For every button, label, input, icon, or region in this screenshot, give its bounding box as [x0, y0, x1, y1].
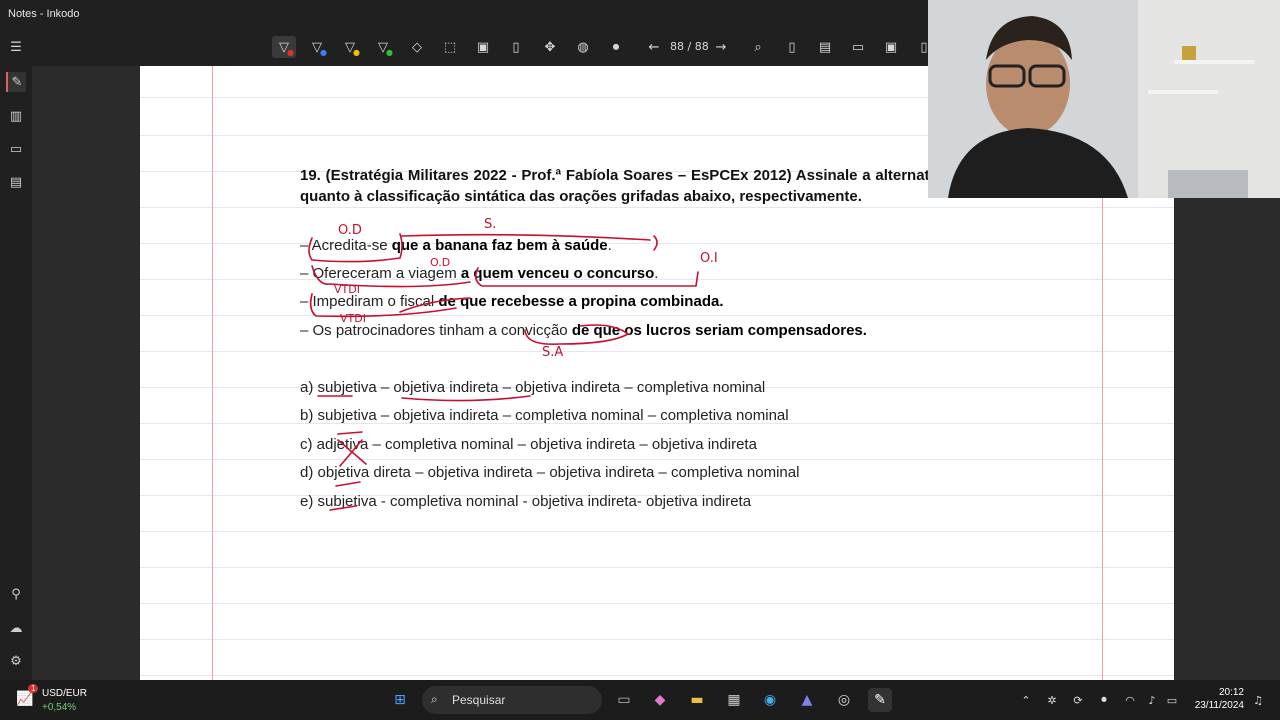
eraser-icon[interactable]: ◇: [405, 36, 429, 58]
ticker-label: USD/EUR: [42, 688, 88, 699]
sentence-1: – Acredita-se que a banana faz bem à saú…: [300, 237, 612, 254]
microphone-icon[interactable]: ⏺: [604, 36, 628, 58]
page-view-icon[interactable]: ▯: [780, 36, 804, 58]
webcam-scene: [928, 0, 1280, 198]
search-placeholder: Pesquisar: [452, 693, 506, 707]
window-title: Notes - Inkodo: [8, 8, 80, 20]
ticker-value: +0,54%: [42, 702, 77, 713]
clock-time: 20:12: [1218, 687, 1244, 698]
open-folder-icon[interactable]: ▭: [846, 36, 870, 58]
pen-mode-icon[interactable]: ✎: [6, 72, 26, 92]
notification-bell-icon[interactable]: ♫: [1246, 688, 1270, 712]
sentence-3: – Impediram o fiscal de que recebesse a …: [300, 293, 724, 310]
sync-icon[interactable]: ⟳: [1066, 688, 1090, 712]
battery-icon[interactable]: ▭: [1160, 688, 1184, 712]
menu-icon[interactable]: ☰: [4, 36, 28, 58]
option-b: b) subjetiva – objetiva indireta – compl…: [300, 407, 789, 424]
option-a: a) subjetiva – objetiva indireta – objet…: [300, 379, 766, 396]
left-margin-line: [212, 66, 213, 680]
library-icon[interactable]: ▥: [6, 106, 26, 126]
option-d: d) objetiva direta – objetiva indireta –…: [300, 464, 800, 481]
show-hidden-icons-icon[interactable]: ⌃: [1014, 688, 1038, 712]
microphone-tray-icon[interactable]: ⏺: [1092, 688, 1116, 712]
ticker-badge: 1: [28, 684, 39, 693]
pen-tool-yellow-icon[interactable]: ▽ ●: [338, 36, 362, 58]
file-explorer-icon[interactable]: ▬: [685, 688, 709, 712]
app-tray-icon[interactable]: ✲: [1040, 688, 1064, 712]
ai-assistant-icon[interactable]: ⚲: [6, 584, 26, 604]
settings-gear-icon[interactable]: ⚙: [6, 651, 26, 671]
wifi-icon[interactable]: ◠: [1118, 688, 1142, 712]
new-page-icon[interactable]: ▤: [813, 36, 837, 58]
option-e: e) subjetiva - completiva nominal - obje…: [300, 493, 752, 510]
zoom-icon[interactable]: ⌕: [746, 36, 770, 58]
ruler-icon[interactable]: ▯: [504, 36, 528, 58]
microsoft-store-icon[interactable]: ▦: [722, 688, 746, 712]
system-clock[interactable]: 20:12 23/11/2024: [1195, 686, 1244, 712]
pen-tool-green-icon[interactable]: ▽ ●: [371, 36, 395, 58]
recorder-icon[interactable]: ◎: [832, 688, 856, 712]
sentence-4: – Os patrocinadores tinham a convicção d…: [300, 322, 867, 339]
slides-icon[interactable]: ▭: [6, 139, 26, 159]
pen-tool-red-icon[interactable]: ▽ ●: [272, 36, 296, 58]
copilot-icon[interactable]: ◆: [648, 688, 672, 712]
option-c: c) adjetiva – completiva nominal – objet…: [300, 436, 757, 453]
webcam-overlay: [928, 0, 1280, 198]
previous-page-icon[interactable]: ←: [642, 36, 666, 58]
windows-taskbar: 📈 1 USD/EUR +0,54% ⊞ ⌕ Pesquisar ▭ ◆ ▬ ▦…: [0, 680, 1280, 720]
inkodo-app-icon[interactable]: ✎: [868, 688, 892, 712]
taskbar-search[interactable]: ⌕ Pesquisar: [422, 686, 602, 714]
next-page-icon[interactable]: →: [709, 36, 733, 58]
pen-tool-blue-icon[interactable]: ▽ ●: [305, 36, 329, 58]
task-view-icon[interactable]: ▭: [612, 688, 636, 712]
palette-icon[interactable]: ◍: [571, 36, 595, 58]
sentence-2: – Ofereceram a viagem a quem venceu o co…: [300, 265, 659, 282]
page-counter: 88 / 88: [670, 40, 709, 53]
image-icon[interactable]: ▣: [471, 36, 495, 58]
edge-browser-icon[interactable]: ◉: [758, 688, 782, 712]
cloud-icon[interactable]: ☁: [6, 618, 26, 638]
save-icon[interactable]: ▣: [879, 36, 903, 58]
windows-start-icon[interactable]: ⊞: [388, 688, 412, 712]
move-icon[interactable]: ✥: [538, 36, 562, 58]
teams-icon[interactable]: ▲: [795, 688, 819, 712]
clock-date: 23/11/2024: [1194, 700, 1244, 711]
lasso-select-icon[interactable]: ⬚: [438, 36, 462, 58]
left-sidebar: ✎ ▥ ▭ ▤ ⚲ ☁ ⚙: [0, 66, 32, 680]
clipboard-icon[interactable]: ▤: [6, 172, 26, 192]
search-icon: ⌕: [431, 692, 438, 706]
question-title: 19. (Estratégia Militares 2022 - Prof.ª …: [300, 167, 1006, 205]
